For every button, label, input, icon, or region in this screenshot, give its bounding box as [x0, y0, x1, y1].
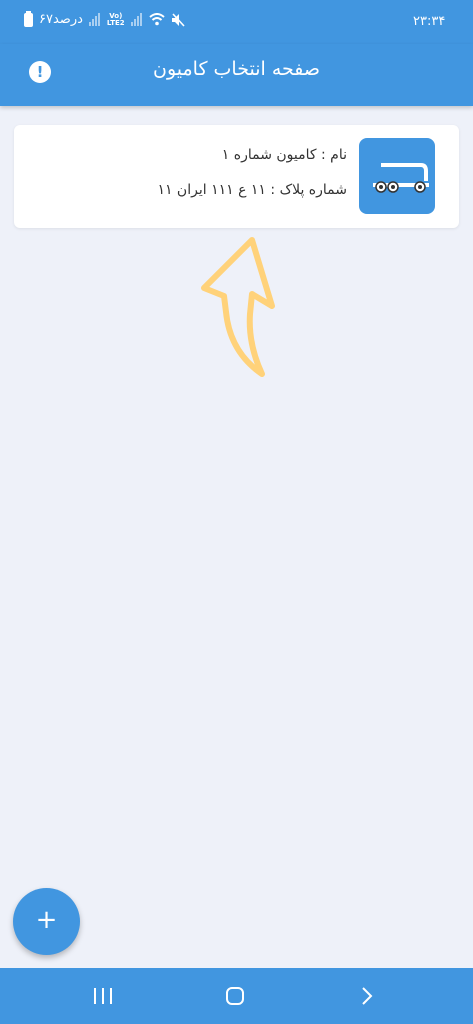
battery-icon [24, 10, 33, 27]
signal-icon [88, 13, 101, 26]
truck-icon [359, 138, 435, 214]
truck-name: نام : کامیون شماره ۱ [221, 147, 347, 163]
home-icon[interactable] [220, 982, 250, 1010]
back-icon[interactable] [352, 982, 382, 1010]
recent-apps-icon[interactable] [88, 982, 118, 1010]
truck-plate: شماره پلاک : ۱۱ ع ۱۱۱ ایران ۱۱ [157, 182, 347, 198]
battery-percent: ۶۷درصد [39, 12, 83, 27]
page-title: صفحه انتخاب کامیون [152, 58, 321, 80]
status-bar: ۶۷درصد Vo) LTE2 ۲۳:۳۴ [0, 0, 473, 44]
add-truck-button[interactable]: + [13, 888, 80, 955]
navigation-bar [0, 968, 473, 1024]
lte-icon: Vo) LTE2 [106, 11, 125, 27]
signal-icon-2 [130, 13, 143, 26]
status-time: ۲۳:۳۴ [413, 14, 446, 29]
truck-card[interactable]: نام : کامیون شماره ۱ شماره پلاک : ۱۱ ع ۱… [14, 125, 459, 228]
hint-arrow-icon [201, 237, 275, 377]
status-indicators: ۶۷درصد Vo) LTE2 [24, 10, 185, 27]
wifi-icon [148, 13, 165, 26]
mute-icon [171, 12, 185, 27]
app-bar: ! صفحه انتخاب کامیون [0, 44, 473, 106]
